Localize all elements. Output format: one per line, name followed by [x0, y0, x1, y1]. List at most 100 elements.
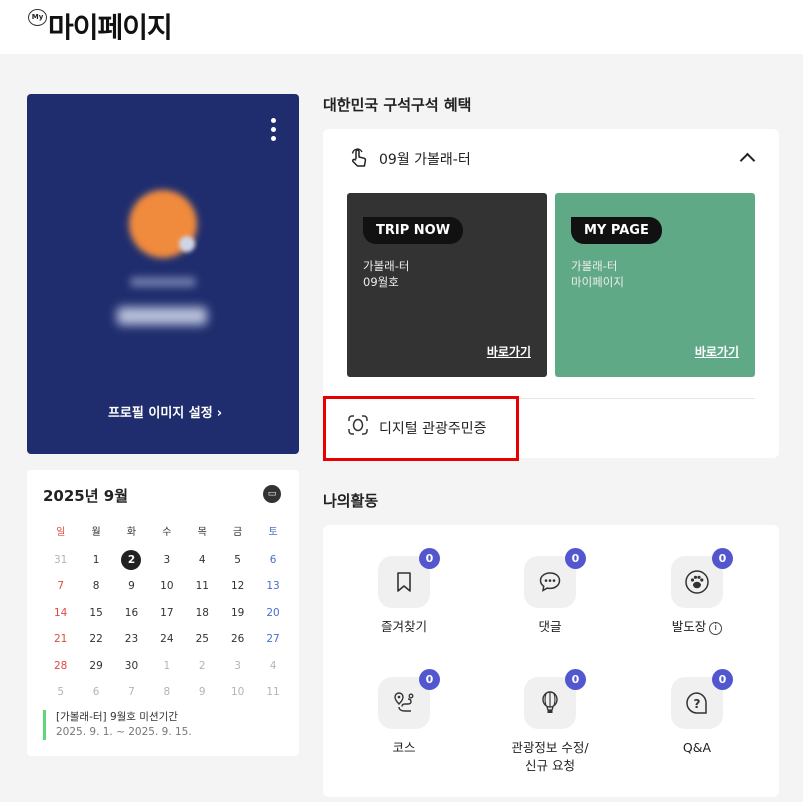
- activity-label: Q&A: [682, 740, 712, 755]
- calendar-day[interactable]: 18: [185, 607, 220, 619]
- calendar-day[interactable]: 4: [255, 660, 290, 672]
- calendar-day[interactable]: 22: [78, 633, 113, 645]
- calendar-day[interactable]: 24: [149, 633, 184, 645]
- activity-icon-box: 0: [378, 548, 440, 608]
- activity-tour-info-request[interactable]: 0 관광정보 수정/신규 요청: [490, 669, 610, 775]
- calendar-day[interactable]: 19: [220, 607, 255, 619]
- calendar-day[interactable]: 20: [255, 607, 290, 619]
- calendar-week: 31 1 2 3 4 5 6: [43, 547, 291, 574]
- calendar-week: 14 15 16 17 18 19 20: [43, 600, 291, 627]
- activity-bookmarks[interactable]: 0 즐겨찾기: [344, 548, 464, 636]
- calendar-day[interactable]: 9: [114, 580, 149, 592]
- calendar-event[interactable]: [가볼래-터] 9월호 미션기간 2025. 9. 1. ~ 2025. 9. …: [43, 710, 192, 740]
- calendar: 2025년 9월 ▭ 일 월 화 수 목 금 토 31 1 2 3 4 5 6 …: [27, 470, 299, 756]
- calendar-week: 7 8 9 10 11 12 13: [43, 573, 291, 600]
- card-text: 가볼래-터 마이페이지: [571, 259, 624, 289]
- calendar-day[interactable]: 11: [255, 686, 290, 698]
- calendar-day[interactable]: 23: [114, 633, 149, 645]
- activity-footprints[interactable]: 0 발도장 i: [637, 548, 757, 636]
- calendar-day[interactable]: 10: [149, 580, 184, 592]
- calendar-day[interactable]: 25: [185, 633, 220, 645]
- chevron-up-icon[interactable]: [739, 152, 756, 169]
- more-options-icon[interactable]: [271, 118, 277, 145]
- count-badge: 0: [565, 548, 586, 569]
- page-title: 마이페이지: [48, 11, 173, 44]
- profile-image-settings-link[interactable]: 프로필 이미지 설정 ›: [27, 402, 299, 421]
- blurred-user-grade: [130, 277, 196, 287]
- my-icon: My: [28, 9, 47, 26]
- calendar-day[interactable]: 7: [43, 580, 78, 592]
- calendar-day[interactable]: 28: [43, 660, 78, 672]
- count-badge: 0: [712, 548, 733, 569]
- calendar-day[interactable]: 1: [149, 660, 184, 672]
- bookmark-icon: [397, 572, 411, 592]
- calendar-day[interactable]: 5: [220, 554, 255, 566]
- activity-icon-box: 0: [524, 669, 586, 729]
- chevron-right-icon: ›: [216, 406, 223, 421]
- activity-icon-box: 0: [671, 548, 733, 608]
- activity-label: 발도장: [671, 619, 707, 634]
- calendar-day[interactable]: 4: [185, 554, 220, 566]
- calendar-grid: 일 월 화 수 목 금 토 31 1 2 3 4 5 6 7 8 9 10 11…: [43, 520, 291, 706]
- calendar-day[interactable]: 9: [185, 686, 220, 698]
- event-date: 2025. 9. 1. ~ 2025. 9. 15.: [56, 726, 192, 738]
- calendar-day[interactable]: 12: [220, 580, 255, 592]
- my-page-card[interactable]: MY PAGE 가볼래-터 마이페이지 바로가기: [555, 193, 755, 377]
- trip-now-card[interactable]: TRIP NOW 가볼래-터 09월호 바로가기: [347, 193, 547, 377]
- activity-label: 코스: [392, 740, 416, 755]
- blurred-user-name: [117, 307, 207, 325]
- calendar-day[interactable]: 6: [255, 554, 290, 566]
- calendar-day[interactable]: 3: [220, 660, 255, 672]
- event-title: [가볼래-터] 9월호 미션기간: [56, 711, 178, 723]
- activity-courses[interactable]: 0 코스: [344, 669, 464, 757]
- footprint-icon: [685, 570, 709, 594]
- calendar-day[interactable]: 7: [114, 686, 149, 698]
- highlight-box: [323, 396, 519, 461]
- comment-icon: [539, 572, 561, 592]
- calendar-day[interactable]: 3: [149, 554, 184, 566]
- card-shortcut-link[interactable]: 바로가기: [695, 343, 739, 360]
- course-icon: [394, 692, 414, 712]
- weekday-label: 금: [233, 527, 243, 539]
- calendar-day[interactable]: 10: [220, 686, 255, 698]
- weekday-label: 월: [91, 527, 101, 539]
- info-icon[interactable]: i: [709, 622, 723, 635]
- count-badge: 0: [419, 548, 440, 569]
- card-shortcut-link[interactable]: 바로가기: [487, 343, 531, 360]
- calendar-day[interactable]: 1: [78, 554, 113, 566]
- activity-comments[interactable]: 0 댓글: [490, 548, 610, 636]
- svg-text:?: ?: [694, 697, 701, 711]
- avatar-edit-badge: [179, 236, 195, 252]
- activity-section-title: 나의활동: [323, 492, 379, 510]
- calendar-day[interactable]: 14: [43, 607, 78, 619]
- calendar-day[interactable]: 8: [149, 686, 184, 698]
- activity-qna[interactable]: ? 0 Q&A: [637, 669, 757, 757]
- calendar-day[interactable]: 30: [114, 660, 149, 672]
- balloon-icon: [542, 691, 558, 713]
- page-header: My 마이페이지: [0, 0, 803, 54]
- weekday-label: 목: [197, 527, 207, 539]
- activity-label: 댓글: [538, 619, 562, 634]
- question-icon: ?: [686, 692, 707, 714]
- count-badge: 0: [712, 669, 733, 690]
- calendar-icon[interactable]: ▭: [263, 485, 281, 503]
- calendar-day[interactable]: 13: [255, 580, 290, 592]
- weekday-label: 화: [126, 527, 137, 539]
- calendar-day[interactable]: 6: [78, 686, 113, 698]
- calendar-day[interactable]: 5: [43, 686, 78, 698]
- calendar-day[interactable]: 21: [43, 633, 78, 645]
- profile-card: 프로필 이미지 설정 ›: [27, 94, 299, 454]
- calendar-day[interactable]: 29: [78, 660, 113, 672]
- calendar-day[interactable]: 15: [78, 607, 113, 619]
- calendar-day[interactable]: 8: [78, 580, 113, 592]
- calendar-day[interactable]: 11: [185, 580, 220, 592]
- calendar-day[interactable]: 27: [255, 633, 290, 645]
- card-tag: MY PAGE: [571, 217, 662, 244]
- calendar-day[interactable]: 26: [220, 633, 255, 645]
- calendar-day[interactable]: 17: [149, 607, 184, 619]
- calendar-week: 28 29 30 1 2 3 4: [43, 653, 291, 680]
- calendar-day[interactable]: 2: [185, 660, 220, 672]
- calendar-day[interactable]: 16: [114, 607, 149, 619]
- calendar-day-today[interactable]: 2: [114, 549, 149, 570]
- calendar-day[interactable]: 31: [43, 554, 78, 566]
